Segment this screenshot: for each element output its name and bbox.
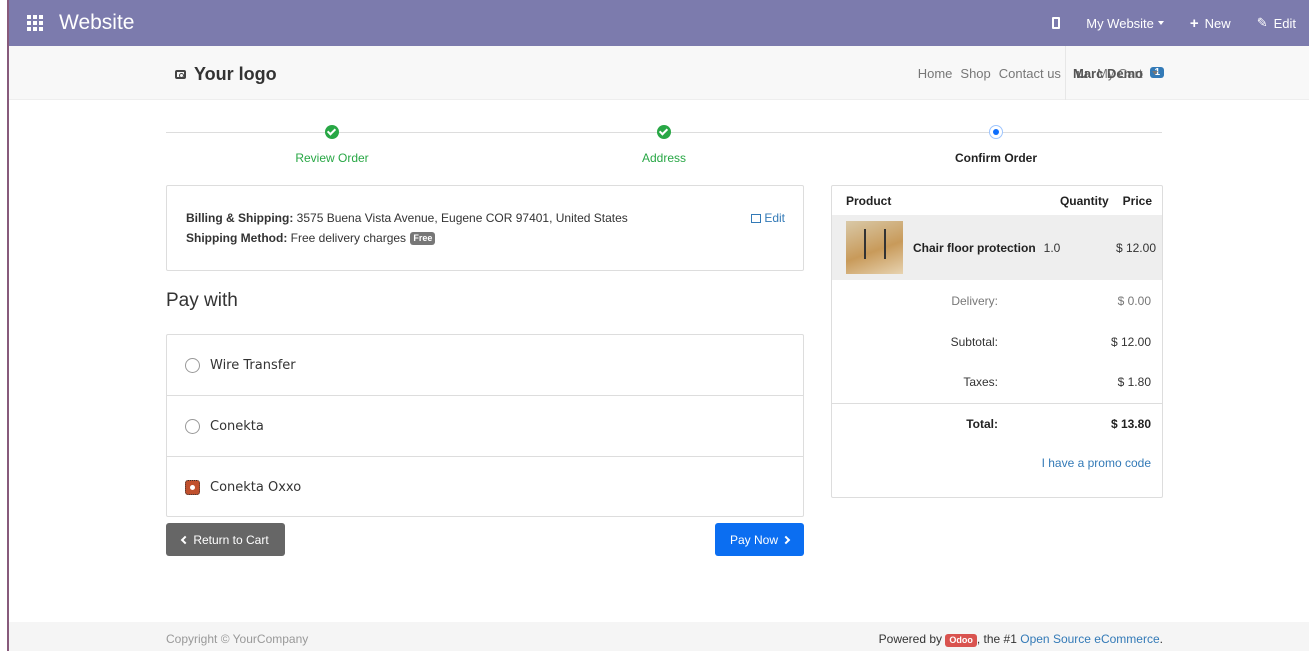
left-edge-bar: [0, 0, 9, 651]
step-label: Review Order: [295, 151, 369, 165]
pay-now-label: Pay Now: [729, 532, 779, 547]
radio-button[interactable]: [185, 357, 200, 373]
site-navbar: Your logo Home Shop Contact us My Cart 1 …: [9, 46, 1309, 100]
payment-option-conekta[interactable]: Conekta: [167, 396, 803, 457]
chevron-right-icon: [781, 535, 791, 544]
step-review-order[interactable]: Review Order: [166, 124, 498, 165]
return-label: Return to Cart: [193, 532, 269, 547]
return-to-cart-button[interactable]: Return to Cart: [166, 523, 285, 556]
powered-mid: , the #1: [976, 632, 1017, 646]
copyright-text: Copyright © YourCompany: [166, 632, 309, 646]
mobile-icon: [1052, 17, 1061, 29]
step-label: Address: [641, 151, 687, 165]
subtotal-label: Subtotal:: [950, 335, 998, 349]
billing-line: Billing & Shipping: 3575 Buena Vista Ave…: [186, 208, 784, 228]
site-logo[interactable]: Your logo: [175, 64, 277, 85]
taxes-row: Taxes: $ 1.80: [832, 375, 1162, 389]
topbar-brand[interactable]: Website: [59, 11, 134, 35]
col-quantity: Quantity: [1059, 193, 1109, 208]
edit-button[interactable]: ✎ Edit: [1244, 0, 1309, 46]
website-topbar: Website My Website + New ✎ Edit: [9, 0, 1309, 46]
product-name[interactable]: Chair floor protection: [913, 241, 1036, 255]
summary-header: Product Quantity Price: [832, 186, 1162, 215]
promo-code-link[interactable]: I have a promo code: [1042, 456, 1151, 470]
free-badge: Free: [410, 232, 436, 245]
payment-option-conekta-oxxo[interactable]: Conekta Oxxo: [167, 457, 803, 518]
shipping-label: Shipping Method:: [186, 231, 288, 245]
chevron-down-icon: [1152, 71, 1159, 75]
chevron-left-icon: [181, 535, 190, 544]
site-footer: Copyright © YourCompany Powered by Odoo,…: [9, 622, 1309, 651]
new-button[interactable]: + New: [1177, 0, 1244, 46]
total-row: Total: $ 13.80: [832, 417, 1162, 431]
check-icon: [325, 125, 339, 139]
ecommerce-link[interactable]: Open Source eCommerce: [1020, 632, 1159, 646]
pencil-icon: ✎: [1256, 15, 1268, 30]
pay-with-title: Pay with: [166, 290, 238, 311]
billing-card: Billing & Shipping: 3575 Buena Vista Ave…: [166, 185, 804, 271]
powered-suffix: .: [1159, 632, 1163, 646]
mobile-preview-button[interactable]: [1039, 0, 1073, 46]
plus-icon: +: [1189, 14, 1199, 32]
checkout-wizard: Review Order Address Confirm Order: [166, 124, 1162, 174]
delivery-row: Delivery: $ 0.00: [832, 294, 1162, 308]
shipping-line: Shipping Method: Free delivery charges F…: [186, 228, 784, 248]
menu-item-shop[interactable]: Shop: [960, 66, 990, 81]
total-label: Total:: [966, 417, 998, 431]
shipping-value: Free delivery charges: [290, 231, 407, 245]
billing-label: Billing & Shipping:: [186, 211, 294, 225]
check-icon: [657, 125, 671, 139]
taxes-value: $ 1.80: [1117, 375, 1151, 389]
edit-icon: [751, 214, 762, 223]
col-price: Price: [1122, 193, 1152, 208]
divider: [832, 403, 1162, 404]
order-summary: Product Quantity Price Chair floor prote…: [831, 185, 1163, 498]
subtotal-row: Subtotal: $ 12.00: [832, 335, 1162, 349]
product-quantity: 1.0: [1043, 240, 1061, 255]
radio-button-selected[interactable]: [185, 480, 200, 495]
menu-item-home[interactable]: Home: [918, 66, 953, 81]
payment-option-label: Conekta: [210, 418, 264, 434]
delivery-value: $ 0.00: [1117, 294, 1151, 308]
subtotal-value: $ 12.00: [1110, 335, 1151, 349]
edit-label: Edit: [1273, 15, 1296, 31]
my-website-label: My Website: [1086, 15, 1154, 31]
step-label: Confirm Order: [954, 151, 1037, 165]
chevron-down-icon: [1157, 21, 1164, 25]
edit-link-label: Edit: [764, 211, 785, 225]
delivery-label: Delivery:: [951, 294, 998, 308]
col-product: Product: [846, 193, 892, 208]
table-row: Chair floor protection 1.0 $ 12.00: [832, 215, 1162, 280]
current-step-icon: [989, 125, 1003, 139]
payment-option-label: Wire Transfer: [210, 357, 296, 373]
billing-value: 3575 Buena Vista Avenue, Eugene COR 9740…: [296, 211, 628, 225]
step-address[interactable]: Address: [498, 124, 830, 165]
new-label: New: [1204, 15, 1231, 31]
pay-now-button[interactable]: Pay Now: [715, 523, 804, 556]
menu-item-contact[interactable]: Contact us: [999, 66, 1061, 81]
user-menu[interactable]: Marc Demo: [1065, 46, 1159, 100]
my-website-dropdown[interactable]: My Website: [1073, 0, 1177, 46]
product-thumbnail[interactable]: [846, 221, 903, 274]
apps-grid-icon[interactable]: [27, 15, 51, 31]
logo-text: Your logo: [194, 64, 277, 84]
camera-icon: [175, 70, 186, 79]
payment-option-wire-transfer[interactable]: Wire Transfer: [167, 335, 803, 396]
odoo-badge[interactable]: Odoo: [945, 634, 977, 647]
powered-by: Powered by Odoo, the #1 Open Source eCom…: [879, 632, 1163, 647]
payment-option-label: Conekta Oxxo: [210, 480, 302, 495]
product-price: $ 12.00: [1115, 240, 1156, 255]
user-name: Marc Demo: [1073, 65, 1144, 81]
payment-options: Wire Transfer Conekta Conekta Oxxo: [166, 334, 804, 517]
radio-button[interactable]: [185, 418, 200, 434]
edit-address-link[interactable]: Edit: [751, 208, 785, 228]
total-value: $ 13.80: [1110, 417, 1151, 431]
powered-prefix: Powered by: [878, 632, 943, 646]
step-confirm-order: Confirm Order: [830, 124, 1162, 165]
taxes-label: Taxes:: [963, 375, 998, 389]
